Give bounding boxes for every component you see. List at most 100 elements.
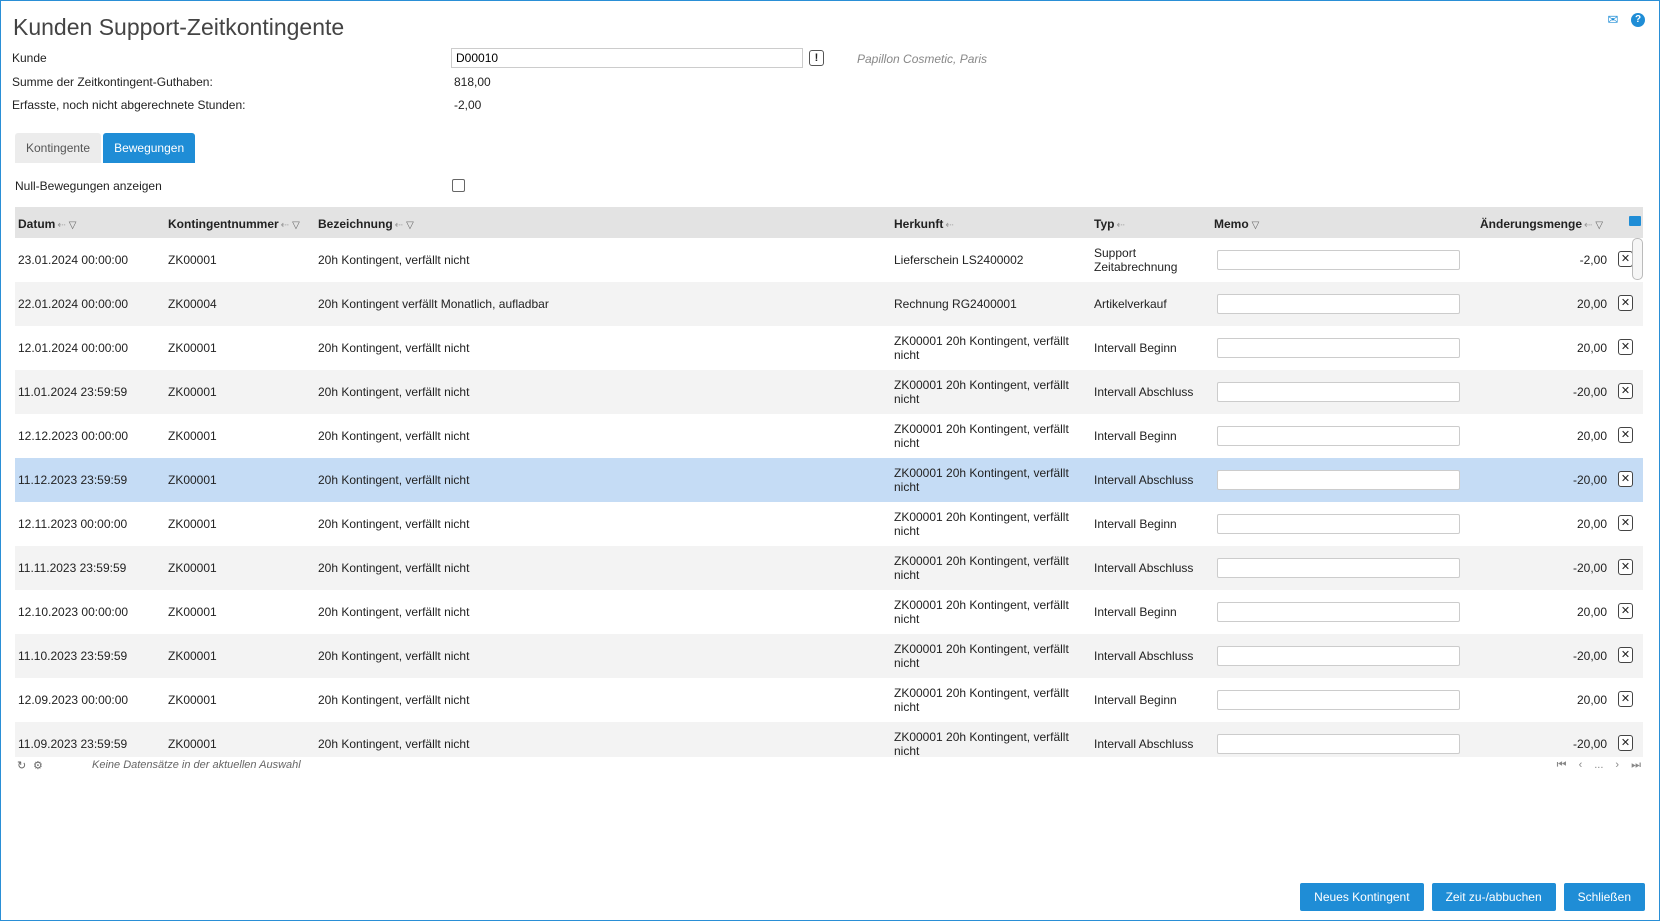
tab-kontingente[interactable]: Kontingente xyxy=(15,133,102,163)
grid-header: Datum ⇠ ▽ Kontingentnummer ⇠ ▽ Bezeichnung ⇠ ▽… xyxy=(15,207,1643,238)
next-page-icon[interactable]: › xyxy=(1615,759,1619,772)
tab-bewegungen[interactable]: Bewegungen xyxy=(103,133,196,163)
cell-typ: Intervall Beginn xyxy=(1094,693,1177,707)
cell-herkunft: ZK00001 20h Kontingent, verfällt nicht xyxy=(894,422,1069,450)
delete-row-icon[interactable]: ✕ xyxy=(1618,603,1633,619)
cell-bezeichnung: 20h Kontingent, verfällt nicht xyxy=(318,341,470,355)
help-icon[interactable]: ? xyxy=(1631,13,1645,27)
null-bewegungen-checkbox[interactable] xyxy=(452,179,465,192)
sort-icon[interactable]: ⇠ xyxy=(57,220,65,231)
neues-kontingent-button[interactable]: Neues Kontingent xyxy=(1300,883,1424,911)
table-row[interactable]: 12.01.2024 00:00:00 ZK00001 20h Kontingent… xyxy=(15,326,1643,370)
delete-row-icon[interactable]: ✕ xyxy=(1618,691,1633,707)
schliessen-button[interactable]: Schließen xyxy=(1563,883,1645,911)
cell-bezeichnung: 20h Kontingent, verfällt nicht xyxy=(318,517,470,531)
memo-input[interactable] xyxy=(1217,734,1460,754)
refresh-icon[interactable]: ↻ xyxy=(17,759,26,772)
cell-kontingentnummer: ZK00001 xyxy=(168,737,217,751)
last-page-icon[interactable]: ⏭ xyxy=(1631,759,1641,772)
cell-datum: 12.12.2023 00:00:00 xyxy=(18,429,129,443)
filter-icon[interactable]: ▽ xyxy=(1252,220,1260,231)
delete-row-icon[interactable]: ✕ xyxy=(1618,251,1633,267)
filter-icon[interactable]: ▽ xyxy=(292,220,300,231)
table-row[interactable]: 11.11.2023 23:59:59 ZK00001 20h Kontingent… xyxy=(15,546,1643,590)
col-typ[interactable]: Typ ⇠ xyxy=(1094,217,1125,231)
cell-kontingentnummer: ZK00001 xyxy=(168,693,217,707)
cell-bezeichnung: 20h Kontingent, verfällt nicht xyxy=(318,561,470,575)
table-row[interactable]: 22.01.2024 00:00:00 ZK00004 20h Kontingent… xyxy=(15,282,1643,326)
col-herkunft-label: Herkunft xyxy=(894,217,944,231)
filter-icon[interactable]: ▽ xyxy=(69,220,77,231)
cell-aenderungsmenge: 20,00 xyxy=(1576,297,1607,311)
cell-kontingentnummer: ZK00001 xyxy=(168,253,217,267)
col-kontingentnummer-label: Kontingentnummer xyxy=(168,217,279,231)
cell-herkunft: Rechnung RG2400001 xyxy=(894,297,1017,311)
table-row[interactable]: 23.01.2024 00:00:00 ZK00001 20h Kontingent… xyxy=(15,238,1643,282)
vertical-scrollbar[interactable] xyxy=(1632,238,1643,280)
cell-herkunft: ZK00001 20h Kontingent, verfällt nicht xyxy=(894,466,1069,494)
cell-aenderungsmenge: -20,00 xyxy=(1572,473,1607,487)
cell-herkunft: ZK00001 20h Kontingent, verfällt nicht xyxy=(894,642,1069,670)
sort-icon[interactable]: ⇠ xyxy=(395,220,403,231)
sort-icon[interactable]: ⇠ xyxy=(281,220,289,231)
delete-row-icon[interactable]: ✕ xyxy=(1618,647,1633,663)
sort-icon[interactable]: ⇠ xyxy=(945,220,953,231)
filter-icon[interactable]: ▽ xyxy=(1595,220,1603,231)
sort-icon[interactable]: ⇠ xyxy=(1584,220,1592,231)
sort-icon[interactable]: ⇠ xyxy=(1116,220,1124,231)
table-row[interactable]: 11.09.2023 23:59:59 ZK00001 20h Kontingent… xyxy=(15,722,1643,757)
col-kontingentnummer[interactable]: Kontingentnummer ⇠ ▽ xyxy=(168,217,300,231)
cell-kontingentnummer: ZK00001 xyxy=(168,649,217,663)
column-chooser-icon[interactable] xyxy=(1629,216,1641,226)
delete-row-icon[interactable]: ✕ xyxy=(1618,295,1633,311)
delete-row-icon[interactable]: ✕ xyxy=(1618,383,1633,399)
col-aenderung[interactable]: Änderungsmenge ⇠ ▽ xyxy=(1480,217,1603,231)
memo-input[interactable] xyxy=(1217,690,1460,710)
memo-input[interactable] xyxy=(1217,426,1460,446)
memo-input[interactable] xyxy=(1217,382,1460,402)
memo-input[interactable] xyxy=(1217,470,1460,490)
filter-icon[interactable]: ▽ xyxy=(406,220,414,231)
table-row[interactable]: 12.11.2023 00:00:00 ZK00001 20h Kontingent… xyxy=(15,502,1643,546)
memo-input[interactable] xyxy=(1217,646,1460,666)
prev-page-icon[interactable]: ‹ xyxy=(1579,759,1583,772)
memo-input[interactable] xyxy=(1217,602,1460,622)
table-row[interactable]: 11.01.2024 23:59:59 ZK00001 20h Kontingent… xyxy=(15,370,1643,414)
settings-icon[interactable]: ⚙ xyxy=(33,759,43,772)
zeit-buchen-button[interactable]: Zeit zu-/abbuchen xyxy=(1431,883,1556,911)
cell-kontingentnummer: ZK00001 xyxy=(168,341,217,355)
table-row[interactable]: 12.12.2023 00:00:00 ZK00001 20h Kontingent… xyxy=(15,414,1643,458)
col-herkunft[interactable]: Herkunft ⇠ xyxy=(894,217,954,231)
delete-row-icon[interactable]: ✕ xyxy=(1618,735,1633,751)
movements-grid: Datum ⇠ ▽ Kontingentnummer ⇠ ▽ Bezeichnung ⇠ ▽… xyxy=(15,207,1643,757)
cell-typ: Intervall Abschluss xyxy=(1094,561,1194,575)
col-memo[interactable]: Memo ▽ xyxy=(1214,217,1259,231)
delete-row-icon[interactable]: ✕ xyxy=(1618,339,1633,355)
cell-herkunft: Lieferschein LS2400002 xyxy=(894,253,1024,267)
col-aenderung-label: Änderungsmenge xyxy=(1480,217,1583,231)
memo-input[interactable] xyxy=(1217,294,1460,314)
cell-herkunft: ZK00001 20h Kontingent, verfällt nicht xyxy=(894,334,1069,362)
memo-input[interactable] xyxy=(1217,250,1460,270)
memo-input[interactable] xyxy=(1217,514,1460,534)
cell-typ: Intervall Abschluss xyxy=(1094,385,1194,399)
kunde-input[interactable] xyxy=(451,48,803,68)
kunde-lookup-button[interactable]: ! xyxy=(809,50,824,66)
action-buttons: Neues Kontingent Zeit zu-/abbuchen Schli… xyxy=(1300,883,1645,911)
first-page-icon[interactable]: ⏮ xyxy=(1557,759,1567,772)
envelope-icon[interactable]: ✉ xyxy=(1605,13,1621,27)
memo-input[interactable] xyxy=(1217,338,1460,358)
memo-input[interactable] xyxy=(1217,558,1460,578)
table-row[interactable]: 11.12.2023 23:59:59 ZK00001 20h Kontingent… xyxy=(15,458,1643,502)
delete-row-icon[interactable]: ✕ xyxy=(1618,427,1633,443)
delete-row-icon[interactable]: ✕ xyxy=(1618,515,1633,531)
table-row[interactable]: 11.10.2023 23:59:59 ZK00001 20h Kontingent… xyxy=(15,634,1643,678)
table-row[interactable]: 12.10.2023 00:00:00 ZK00001 20h Kontingent… xyxy=(15,590,1643,634)
delete-row-icon[interactable]: ✕ xyxy=(1618,471,1633,487)
cell-aenderungsmenge: 20,00 xyxy=(1576,605,1607,619)
col-datum[interactable]: Datum ⇠ ▽ xyxy=(18,217,76,231)
cell-aenderungsmenge: 20,00 xyxy=(1576,341,1607,355)
col-bezeichnung[interactable]: Bezeichnung ⇠ ▽ xyxy=(318,217,414,231)
delete-row-icon[interactable]: ✕ xyxy=(1618,559,1633,575)
table-row[interactable]: 12.09.2023 00:00:00 ZK00001 20h Kontingent… xyxy=(15,678,1643,722)
